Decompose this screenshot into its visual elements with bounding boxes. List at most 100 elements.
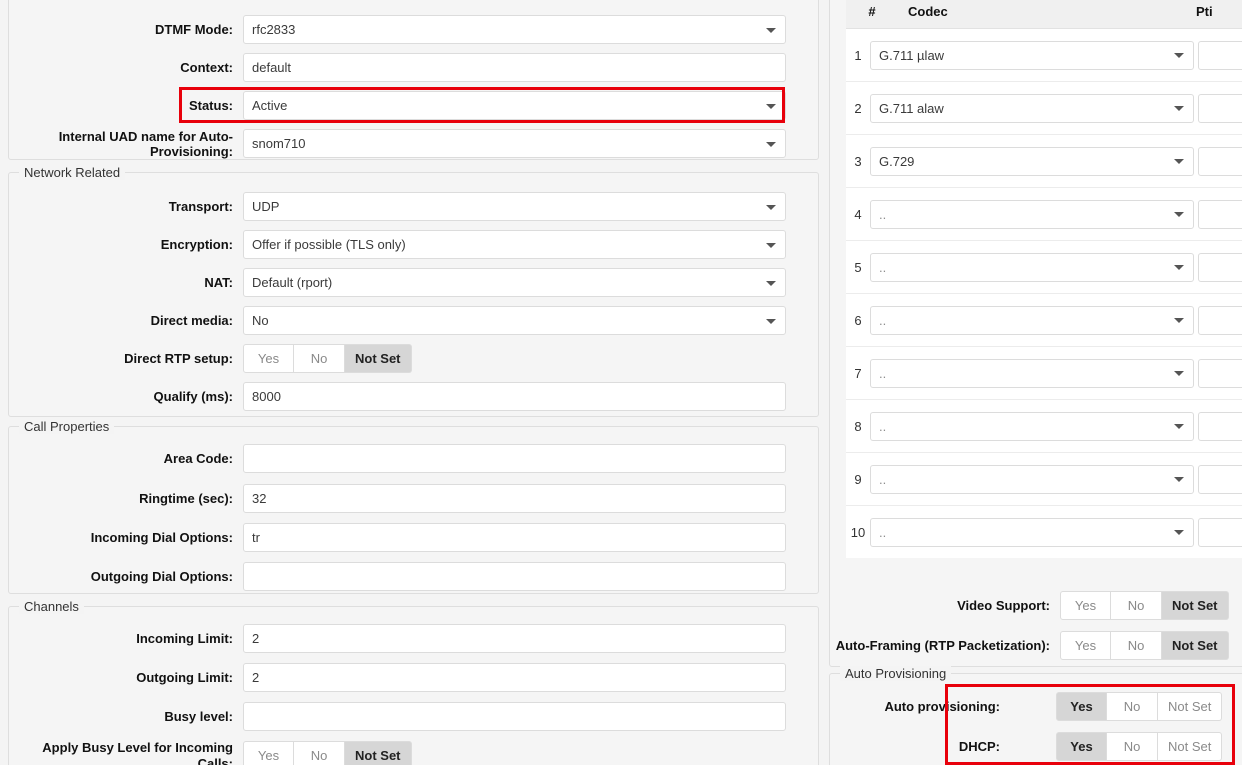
panel-call-properties: Call Properties Area Code: Ringtime (sec):…	[8, 419, 819, 594]
network-field-0-value: UDP	[252, 199, 280, 214]
network-field-1-label: Encryption:	[160, 236, 233, 252]
codec-ptime-input[interactable]	[1198, 358, 1242, 388]
channels-field-1-input[interactable]: 2	[243, 663, 786, 692]
codec-ptime-input[interactable]	[1198, 464, 1242, 494]
chevron-down-icon	[766, 242, 776, 248]
codec-select[interactable]: ..	[870, 464, 1194, 494]
channels-field-0-label: Incoming Limit:	[136, 630, 233, 646]
codec-row-number: 5	[854, 259, 862, 275]
autoprov-label: Auto provisioning:	[884, 698, 1000, 714]
codec-toggle-option-no[interactable]: No	[1111, 591, 1162, 620]
autoprov-option-yes[interactable]: Yes	[1056, 692, 1107, 721]
general-field-0-row: DTMF Mode: rfc2833	[9, 15, 786, 44]
codec-select[interactable]: ..	[870, 252, 1194, 282]
codec-row-select-cell: ..	[870, 358, 1194, 388]
codec-ptime-input[interactable]	[1198, 93, 1242, 123]
chevron-down-icon	[1174, 212, 1184, 217]
codec-select[interactable]: ..	[870, 199, 1194, 229]
autoprov-option-no[interactable]: No	[1107, 692, 1158, 721]
codec-ptime-input[interactable]	[1198, 305, 1242, 335]
general-field-0-input[interactable]: rfc2833	[243, 15, 786, 44]
codec-select-value: ..	[879, 524, 887, 540]
network-field-4-option-yes[interactable]: Yes	[243, 344, 294, 373]
codec-row-ptime-cell	[1194, 358, 1242, 388]
panel-auto-provisioning-legend: Auto Provisioning	[840, 666, 952, 681]
codec-toggle-label: Auto-Framing (RTP Packetization):	[835, 637, 1050, 653]
codec-select[interactable]: G.711 alaw	[870, 93, 1194, 123]
codec-table: # Codec Pti 1 G.711 µlaw 2 G.711 alaw 3 G.729 4..…	[846, 0, 1242, 558]
codec-row-number: 2	[854, 100, 862, 116]
callprop-field-1-input[interactable]: 32	[243, 484, 786, 513]
network-field-2-input[interactable]: Default (rport)	[243, 268, 786, 297]
network-field-4-option-not-set[interactable]: Not Set	[345, 344, 412, 373]
chevron-down-icon	[1174, 265, 1184, 270]
chevron-down-icon	[1174, 477, 1184, 482]
codec-toggle-group: Yes No Not Set	[1060, 631, 1229, 660]
network-field-0-input[interactable]: UDP	[243, 192, 786, 221]
channels-field-2-input[interactable]	[243, 702, 786, 731]
codec-select[interactable]: G.729	[870, 146, 1194, 176]
codec-row-select-cell: ..	[870, 305, 1194, 335]
general-field-1-input[interactable]: default	[243, 53, 786, 82]
chevron-down-icon	[766, 27, 776, 33]
codec-toggle-option-yes[interactable]: Yes	[1060, 631, 1111, 660]
codec-row-ptime-cell	[1194, 199, 1242, 229]
codec-row-ptime-cell	[1194, 252, 1242, 282]
codec-select[interactable]: ..	[870, 305, 1194, 335]
channels-field-3-option-yes[interactable]: Yes	[243, 741, 294, 765]
codec-select-value: ..	[879, 206, 887, 222]
general-field-1-value: default	[252, 60, 292, 75]
network-field-1-value: Offer if possible (TLS only)	[252, 237, 406, 252]
codec-toggle-label: Video Support:	[957, 597, 1050, 613]
codec-select[interactable]: ..	[870, 358, 1194, 388]
codec-toggle-group: Yes No Not Set	[1060, 591, 1229, 620]
codec-select-value: ..	[879, 312, 887, 328]
callprop-field-3-input[interactable]	[243, 562, 786, 591]
codec-header-num: #	[868, 4, 876, 19]
codec-ptime-input[interactable]	[1198, 199, 1242, 229]
autoprov-option-not-set[interactable]: Not Set	[1158, 732, 1223, 761]
codec-table-row: 4..	[846, 188, 1242, 241]
callprop-field-2-value: tr	[252, 530, 260, 545]
codec-select[interactable]: G.711 µlaw	[870, 40, 1194, 70]
codec-ptime-input[interactable]	[1198, 40, 1242, 70]
callprop-field-0-input[interactable]	[243, 444, 786, 473]
codec-toggle-option-yes[interactable]: Yes	[1060, 591, 1111, 620]
channels-field-3-option-not-set[interactable]: Not Set	[345, 741, 412, 765]
general-field-3-input[interactable]: snom710	[243, 129, 786, 158]
codec-row-number: 8	[854, 418, 862, 434]
settings-page: GeneralDTMF Mode:rfc2833Context:defaultS…	[0, 0, 1242, 765]
channels-field-3-option-no[interactable]: No	[294, 741, 345, 765]
codec-ptime-input[interactable]	[1198, 517, 1242, 547]
general-field-0-value: rfc2833	[252, 22, 296, 37]
channels-field-0-input[interactable]: 2	[243, 624, 786, 653]
codec-toggle-option-no[interactable]: No	[1111, 631, 1162, 660]
network-field-4-option-no[interactable]: No	[294, 344, 345, 373]
codec-select[interactable]: ..	[870, 517, 1194, 547]
codec-ptime-input[interactable]	[1198, 252, 1242, 282]
codec-toggle-option-not-set[interactable]: Not Set	[1162, 631, 1229, 660]
codec-header-ptime: Pti	[1196, 4, 1213, 19]
codec-ptime-input[interactable]	[1198, 146, 1242, 176]
general-field-2-input[interactable]: Active	[243, 91, 786, 120]
autoprov-row: Auto provisioning: Yes No Not Set	[830, 692, 1242, 721]
panel-codecs: Codecs#CodecPti1G.711 µlaw2G.711 alaw3G.…	[829, 0, 1242, 667]
callprop-field-1-row: Ringtime (sec): 32	[9, 484, 786, 513]
network-field-5-input[interactable]: 8000	[243, 382, 786, 411]
network-field-3-input[interactable]: No	[243, 306, 786, 335]
codec-toggle-option-not-set[interactable]: Not Set	[1162, 591, 1229, 620]
network-field-1-input[interactable]: Offer if possible (TLS only)	[243, 230, 786, 259]
codec-row-number: 10	[850, 524, 866, 540]
callprop-field-2-input[interactable]: tr	[243, 523, 786, 552]
chevron-down-icon	[766, 280, 776, 286]
codec-table-row: 1 G.711 µlaw	[846, 29, 1242, 82]
channels-field-1-label: Outgoing Limit:	[136, 669, 233, 685]
autoprov-option-not-set[interactable]: Not Set	[1158, 692, 1223, 721]
autoprov-option-yes[interactable]: Yes	[1056, 732, 1107, 761]
codec-table-row: 7..	[846, 347, 1242, 400]
codec-row-select-cell: G.729	[870, 146, 1194, 176]
autoprov-option-no[interactable]: No	[1107, 732, 1158, 761]
codec-toggle-row: Video Support: Yes No Not Set	[830, 591, 1230, 620]
codec-select[interactable]: ..	[870, 411, 1194, 441]
codec-ptime-input[interactable]	[1198, 411, 1242, 441]
